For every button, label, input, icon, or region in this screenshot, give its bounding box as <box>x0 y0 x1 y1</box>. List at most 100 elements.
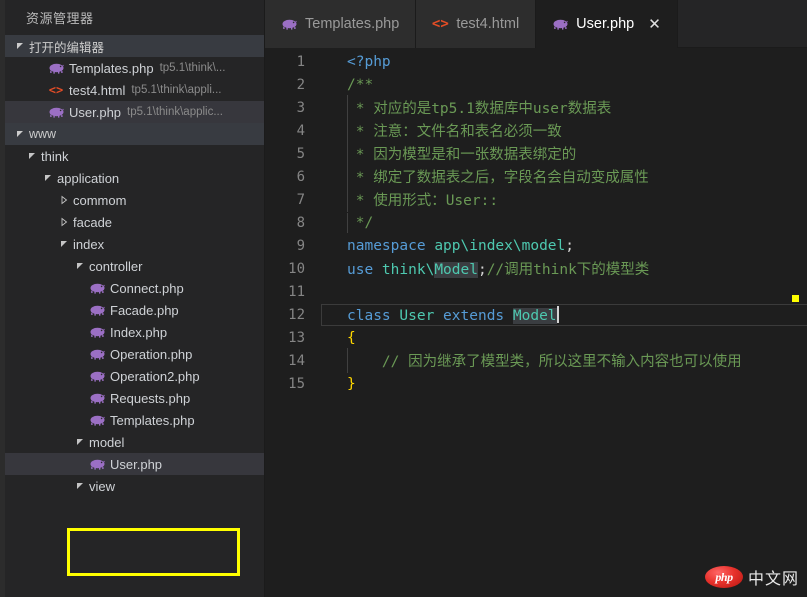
code-line-text: namespace app\index\model; <box>321 238 807 254</box>
editor-tab[interactable]: Templates.php <box>265 0 417 48</box>
chevron-down-icon <box>13 127 27 141</box>
line-number: 11 <box>288 283 305 300</box>
code-line-text: */ <box>321 212 807 233</box>
tree-file-label: User.php <box>110 456 163 472</box>
code-token: namespace <box>347 237 435 254</box>
code-token: * 因为模型是和一张数据表绑定的 <box>347 147 577 163</box>
indent-guide <box>347 118 348 143</box>
open-editors-list: Templates.php tp5.1\think\... <> test4.html… <box>5 57 264 123</box>
tree-folder-row[interactable]: facade <box>5 211 264 233</box>
open-editor-path: tp5.1\think\applic... <box>127 106 223 118</box>
php-file-icon <box>89 368 105 384</box>
code-line-text: use think\Model;//调用think下的模型类 <box>321 258 807 279</box>
chevron-down-icon[interactable] <box>73 479 87 493</box>
code-line[interactable]: 13 { <box>265 326 807 349</box>
overview-ruler[interactable] <box>792 48 807 597</box>
tree-folder-row[interactable]: controller <box>5 255 264 277</box>
chevron-down-icon[interactable] <box>57 237 71 251</box>
html-file-icon: <> <box>48 83 64 97</box>
tree-folder-row[interactable]: index <box>5 233 264 255</box>
close-icon[interactable]: ✕ <box>648 16 661 32</box>
code-line-text: class User extends Model <box>321 303 807 326</box>
code-token: extends <box>434 307 513 324</box>
code-token: * 对应的是tp5.1数据库中user数据表 <box>347 101 612 117</box>
site-watermark: php 中文网 <box>704 565 799 589</box>
tree-file-row[interactable]: Connect.php <box>5 277 264 299</box>
open-editor-name: test4.html <box>69 82 126 98</box>
chevron-down-icon <box>13 39 27 53</box>
code-token: * 绑定了数据表之后，字段名会自动变成属性 <box>347 170 649 186</box>
indent-guide <box>347 141 348 166</box>
code-line[interactable]: 7 * 使用形式：User:: <box>265 187 807 212</box>
open-editor-path: tp5.1\think\appli... <box>131 84 222 96</box>
chevron-down-icon[interactable] <box>73 259 87 273</box>
code-line[interactable]: 15} <box>265 372 807 395</box>
open-editor-item[interactable]: <> test4.html tp5.1\think\appli... <box>5 79 264 101</box>
annotation-highlight-box <box>67 528 240 576</box>
tree-folder-row[interactable]: model <box>5 431 264 453</box>
tree-file-row[interactable]: Facade.php <box>5 299 264 321</box>
code-line[interactable]: 8 */ <box>265 211 807 234</box>
chevron-right-icon[interactable] <box>57 215 71 229</box>
code-line[interactable]: 3 * 对应的是tp5.1数据库中user数据表 <box>265 95 807 120</box>
code-editor[interactable]: 1 <?php 2/** 3 * 对应的是tp5.1数据库中user数据表 4 * 注意… <box>265 48 807 597</box>
line-number: 2 <box>296 76 305 93</box>
tree-folder-row[interactable]: think <box>5 145 264 167</box>
code-token: use <box>347 262 382 278</box>
code-token: class <box>347 307 400 324</box>
code-line[interactable]: 10 use think\Model;//调用think下的模型类 <box>265 257 807 280</box>
chevron-right-icon[interactable] <box>57 193 71 207</box>
code-line[interactable]: 2 /** <box>265 73 807 96</box>
chevron-down-icon[interactable] <box>41 171 55 185</box>
tree-file-row[interactable]: User.php <box>5 453 264 475</box>
line-number: 12 <box>288 306 305 323</box>
tab-bar-filler <box>677 0 807 47</box>
code-line[interactable]: 9 namespace app\index\model; <box>265 234 807 257</box>
open-editors-header[interactable]: 打开的编辑器 <box>5 35 264 57</box>
line-number: 8 <box>296 214 305 231</box>
php-file-icon <box>89 346 105 362</box>
tree-file-label: Index.php <box>110 324 168 340</box>
php-file-icon <box>89 280 105 296</box>
workspace-folder-header[interactable]: www <box>5 123 264 145</box>
code-line[interactable]: 14 // 因为继承了模型类，所以这里不输入内容也可以使用 <box>265 348 807 373</box>
open-editor-item[interactable]: Templates.php tp5.1\think\... <box>5 57 264 79</box>
line-number: 1 <box>296 53 305 70</box>
editor-tab[interactable]: <> test4.html <box>416 0 537 48</box>
line-number: 13 <box>288 329 305 346</box>
tree-file-row[interactable]: Operation2.php <box>5 365 264 387</box>
code-token: app\index\model <box>434 237 566 254</box>
tree-file-row[interactable]: Requests.php <box>5 387 264 409</box>
code-lines: 1 <?php 2/** 3 * 对应的是tp5.1数据库中user数据表 4 * 注意… <box>265 48 807 395</box>
editor-tab[interactable]: User.php ✕ <box>536 0 678 48</box>
open-editor-item[interactable]: User.php tp5.1\think\applic... <box>5 101 264 123</box>
tree-file-row[interactable]: Templates.php <box>5 409 264 431</box>
editor-tab-label: Templates.php <box>305 16 400 32</box>
line-number: 5 <box>296 145 305 162</box>
tree-folder-row[interactable]: commom <box>5 189 264 211</box>
indent-guide <box>347 187 348 212</box>
code-line[interactable]: 5 * 因为模型是和一张数据表绑定的 <box>265 141 807 166</box>
tree-folder-row[interactable]: application <box>5 167 264 189</box>
chevron-down-icon[interactable] <box>25 149 39 163</box>
code-token: Model <box>434 262 478 278</box>
tree-file-row[interactable]: Operation.php <box>5 343 264 365</box>
code-line[interactable]: 11 <box>265 280 807 303</box>
explorer-title: 资源管理器 <box>5 0 264 35</box>
overview-marker[interactable] <box>792 295 799 302</box>
code-token: Model <box>512 307 557 324</box>
indent-guide <box>347 212 348 233</box>
code-line[interactable]: 6 * 绑定了数据表之后，字段名会自动变成属性 <box>265 164 807 189</box>
code-line[interactable]: 12 class User extends Model <box>265 303 807 326</box>
php-file-icon <box>48 60 64 76</box>
code-line[interactable]: 4 * 注意：文件名和表名必须一致 <box>265 118 807 143</box>
code-line[interactable]: 1 <?php <box>265 50 807 73</box>
open-editor-name: User.php <box>69 104 122 120</box>
tree-folder-label: controller <box>89 258 143 274</box>
tree-file-label: Requests.php <box>110 390 191 406</box>
chevron-down-icon[interactable] <box>73 435 87 449</box>
tree-folder-row[interactable]: view <box>5 475 264 497</box>
tree-folder-label: application <box>57 170 120 186</box>
tree-file-row[interactable]: Index.php <box>5 321 264 343</box>
html-file-icon: <> <box>431 16 449 32</box>
